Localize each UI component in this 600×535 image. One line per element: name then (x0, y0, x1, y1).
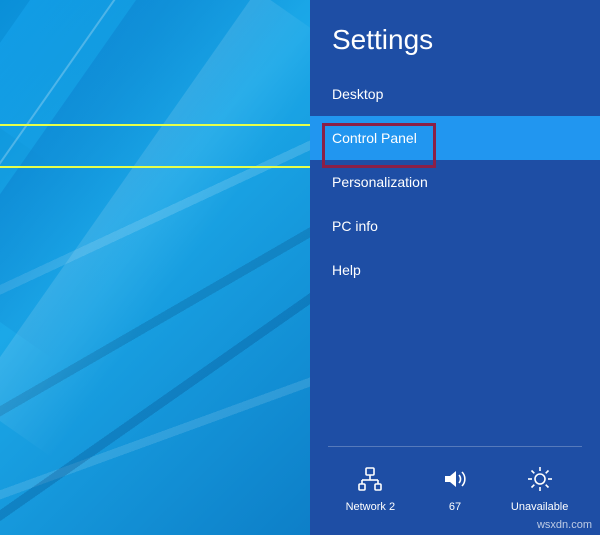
network-label: Network 2 (346, 501, 396, 513)
brightness-icon (526, 465, 554, 493)
watermark-text: wsxdn.com (537, 519, 592, 531)
brightness-button[interactable]: Unavailable (500, 465, 580, 513)
network-icon (356, 465, 384, 493)
volume-label: 67 (449, 501, 461, 513)
settings-item-control-panel[interactable]: Control Panel (310, 116, 600, 160)
desktop-wallpaper (0, 0, 310, 535)
volume-button[interactable]: 67 (415, 465, 495, 513)
network-button[interactable]: Network 2 (330, 465, 410, 513)
volume-icon (441, 465, 469, 493)
brightness-label: Unavailable (511, 501, 568, 513)
settings-charm-panel: Settings Desktop Control Panel Personali… (310, 0, 600, 535)
panel-title: Settings (310, 0, 600, 72)
settings-item-desktop[interactable]: Desktop (310, 72, 600, 116)
settings-list: Desktop Control Panel Personalization PC… (310, 72, 600, 292)
settings-item-personalization[interactable]: Personalization (310, 160, 600, 204)
settings-item-pc-info[interactable]: PC info (310, 204, 600, 248)
settings-item-help[interactable]: Help (310, 248, 600, 292)
